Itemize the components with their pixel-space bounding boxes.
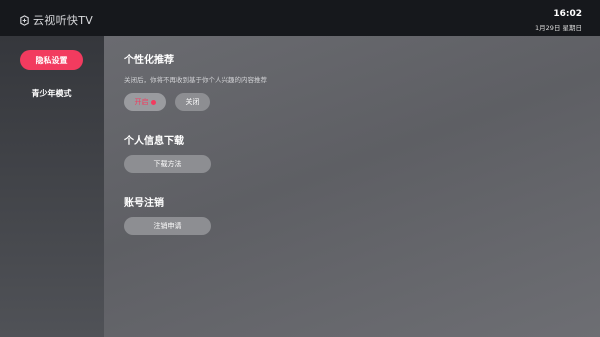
app-name: 云视听快TV [33,14,94,27]
section-title-recommend: 个性化推荐 [124,55,174,66]
section-title-download: 个人信息下载 [124,136,184,147]
account-cancel-button[interactable]: 注销申请 [124,217,211,235]
app-logo-icon [20,14,29,26]
section-title-account: 账号注销 [124,198,164,209]
account-cancel-label: 注销申请 [153,222,182,230]
recommend-on-button[interactable]: 开启 [124,93,166,111]
clock-date: 1月29日 星期日 [535,24,582,32]
recommend-off-label: 关闭 [185,98,200,106]
app-logo: 云视听快TV [19,12,93,28]
recommend-on-label: 开启 [134,98,149,106]
top-bar: 云视听快TV 16:02 1月29日 星期日 [0,0,600,36]
sidebar-item-teen-mode[interactable]: 青少年模式 [20,88,83,99]
download-method-label: 下载方法 [153,160,182,168]
sidebar: 隐私设置 青少年模式 [0,36,104,337]
clock: 16:02 1月29日 星期日 [535,9,582,33]
sidebar-item-privacy-settings[interactable]: 隐私设置 [20,50,83,70]
recommend-off-button[interactable]: 关闭 [175,93,210,111]
clock-time: 16:02 [553,9,582,19]
section-desc-recommend: 关闭后，你将不再收到基于你个人兴趣的内容推荐 [124,76,267,84]
download-method-button[interactable]: 下载方法 [124,155,211,173]
selected-dot-icon [150,99,156,105]
main-panel: 个性化推荐 关闭后，你将不再收到基于你个人兴趣的内容推荐 开启 关闭 个人信息下… [104,36,600,337]
